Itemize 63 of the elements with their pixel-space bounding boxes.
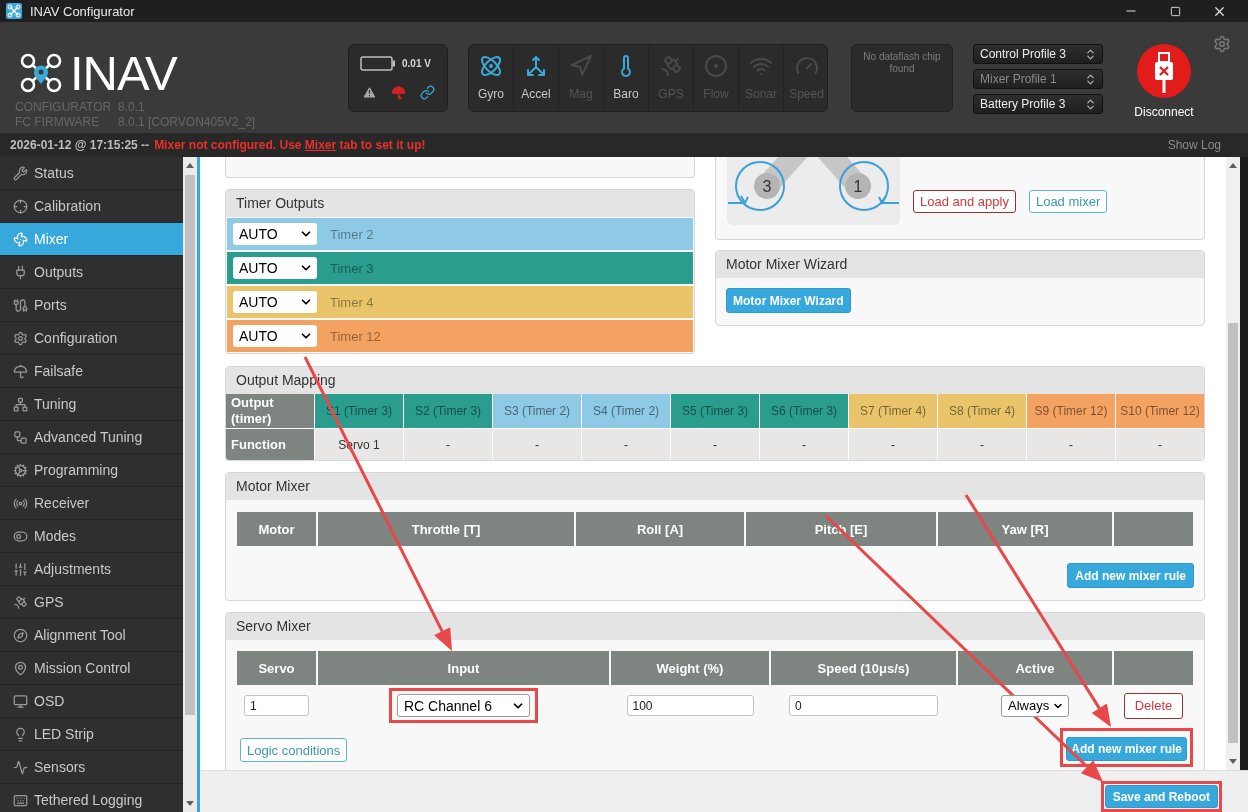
profile-select[interactable]: Battery Profile 3	[973, 94, 1103, 114]
up-down-arrows-icon	[1084, 97, 1097, 111]
motor-number: 1	[853, 178, 863, 195]
sensor-label: Gyro	[478, 87, 504, 101]
column-header: Input	[318, 651, 609, 685]
profile-select[interactable]: Control Profile 3	[973, 44, 1103, 64]
status-timestamp: 2026-01-12 @ 17:15:25 --	[10, 138, 150, 152]
umbrella-icon	[390, 85, 406, 100]
logo-text: INAV	[70, 52, 177, 94]
dataflash-status: No dataflash chip found	[862, 51, 942, 75]
table-cell: -	[404, 429, 492, 460]
output-header-cell: S2 (Timer 3)	[404, 394, 492, 428]
column-header: Speed (10μs/s)	[771, 651, 956, 685]
status-message: Mixer not configured. Use Mixer tab to set it up!	[154, 138, 427, 152]
table-cell: -	[671, 429, 759, 460]
battery-voltage: 0.01 V	[402, 58, 431, 69]
row-header-cell: Function	[226, 429, 314, 460]
table-cell: -	[1116, 429, 1204, 460]
table-cell: -	[493, 429, 581, 460]
app-logo-icon	[6, 3, 22, 19]
row-header-cell: Output (timer)	[226, 394, 314, 428]
table-cell: -	[849, 429, 937, 460]
motor-number: 3	[762, 178, 772, 195]
maximize-icon	[1169, 5, 1181, 17]
column-header: Weight (%)	[611, 651, 769, 685]
battery-icon	[360, 56, 396, 71]
sensor-label: Accel	[521, 87, 551, 101]
column-header: Yaw [R]	[938, 512, 1112, 546]
output-header-cell: S10 (Timer 12)	[1116, 394, 1204, 428]
warning-icon	[361, 85, 377, 100]
column-header: Roll [A]	[576, 512, 744, 546]
disconnect-button[interactable]: Disconnect	[1128, 44, 1200, 119]
table-cell: -	[1027, 429, 1115, 460]
link-icon	[419, 85, 435, 100]
up-down-arrows-icon	[1084, 72, 1097, 86]
timer-label: Timer 4	[330, 294, 374, 310]
table-cell: -	[760, 429, 848, 460]
panel-title: Timer Outputs	[226, 190, 694, 217]
timer-label: Timer 2	[330, 226, 374, 242]
output-header-cell: S9 (Timer 12)	[1027, 394, 1115, 428]
column-header: Throttle [T]	[318, 512, 574, 546]
panel-title: Servo Mixer	[226, 613, 1204, 640]
output-header-cell: S5 (Timer 3)	[671, 394, 759, 428]
sensor-label: Baro	[613, 87, 639, 101]
up-down-arrows-icon	[1084, 47, 1097, 61]
column-header: Active	[958, 651, 1112, 685]
timer-label: Timer 12	[330, 328, 381, 344]
output-header-cell: S7 (Timer 4)	[849, 394, 937, 428]
output-header-cell: S8 (Timer 4)	[938, 394, 1026, 428]
drone-logo-icon	[20, 53, 62, 93]
table-cell: -	[582, 429, 670, 460]
timer-label: Timer 3	[330, 260, 374, 276]
output-header-cell: S6 (Timer 3)	[760, 394, 848, 428]
output-header-cell: S3 (Timer 2)	[493, 394, 581, 428]
panel-title: Motor Mixer	[226, 473, 1204, 500]
column-header: Motor	[237, 512, 316, 546]
window-title: INAV Configurator	[30, 3, 135, 19]
panel-title: Motor Mixer Wizard	[716, 251, 1204, 278]
column-header: Servo	[237, 651, 316, 685]
settings-icon[interactable]	[1213, 35, 1231, 53]
usb-disconnect-icon	[1137, 44, 1191, 98]
table-cell: -	[938, 429, 1026, 460]
output-header-cell: S4 (Timer 2)	[582, 394, 670, 428]
